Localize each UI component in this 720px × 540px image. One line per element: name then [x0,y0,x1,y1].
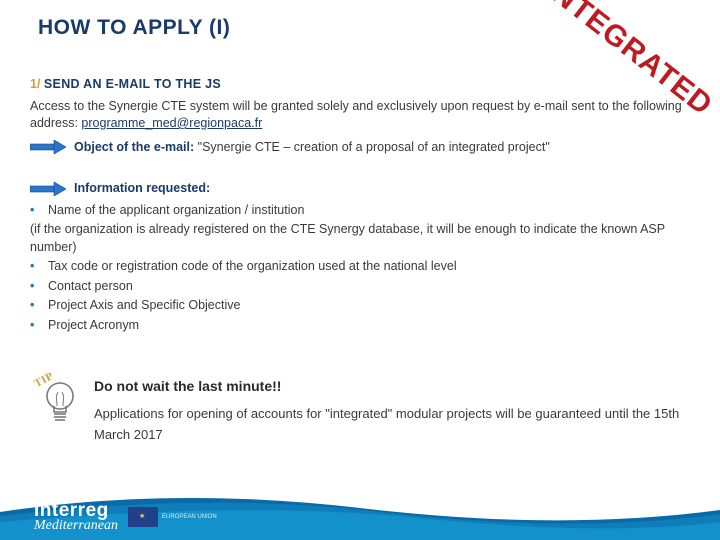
arrow-icon [30,182,66,196]
tip-heading: Do not wait the last minute!! [94,378,680,394]
interreg-logo: Interreg Mediterranean [34,501,118,533]
info-requested-label: Information requested: [74,180,210,198]
list-item-text: Tax code or registration code of the org… [48,259,457,273]
logo-line2: Mediterranean [34,519,118,533]
logo-block: Interreg Mediterranean EUROPEAN UNION [34,501,217,533]
list-item: •Contact person [30,278,692,296]
tip-icon-wrap: TIP [40,376,80,432]
eu-text: EUROPEAN UNION [162,514,217,521]
info-line: Information requested: [30,180,692,198]
object-text: Object of the e-mail: "Synergie CTE – cr… [74,139,550,157]
bullet-icon: • [30,202,48,220]
tip-paragraph: Applications for opening of accounts for… [94,404,680,446]
tip-block: TIP Do not wait the last minute!! Applic… [40,376,680,446]
list-note: (if the organization is already register… [30,221,692,256]
list-item: •Name of the applicant organization / in… [30,202,692,220]
object-label: Object of the e-mail: [74,140,194,154]
access-paragraph: Access to the Synergie CTE system will b… [30,98,692,133]
eu-flag-icon [128,507,158,527]
list-item-text: Name of the applicant organization / ins… [48,203,304,217]
step-number: 1/ [30,77,40,91]
list-item: •Project Acronym [30,317,692,335]
list-item-text: Project Axis and Specific Objective [48,298,240,312]
list-item-text: Contact person [48,279,133,293]
step-heading: 1/ SEND AN E-MAIL TO THE JS [30,76,692,94]
page-title: HOW TO APPLY (I) [38,16,230,40]
object-value: "Synergie CTE – creation of a proposal o… [194,140,550,154]
list-item-text: Project Acronym [48,318,139,332]
info-list: •Name of the applicant organization / in… [30,202,692,335]
footer: Interreg Mediterranean EUROPEAN UNION [0,484,720,540]
object-line: Object of the e-mail: "Synergie CTE – cr… [30,139,692,157]
bullet-icon: • [30,258,48,276]
list-item: •Tax code or registration code of the or… [30,258,692,276]
email-link[interactable]: programme_med@regionpaca.fr [81,116,262,130]
bullet-icon: • [30,297,48,315]
list-item: •Project Axis and Specific Objective [30,297,692,315]
body-content: 1/ SEND AN E-MAIL TO THE JS Access to th… [30,76,692,348]
bullet-icon: • [30,317,48,335]
bullet-icon: • [30,278,48,296]
step-title: SEND AN E-MAIL TO THE JS [44,77,221,91]
arrow-icon [30,140,66,154]
